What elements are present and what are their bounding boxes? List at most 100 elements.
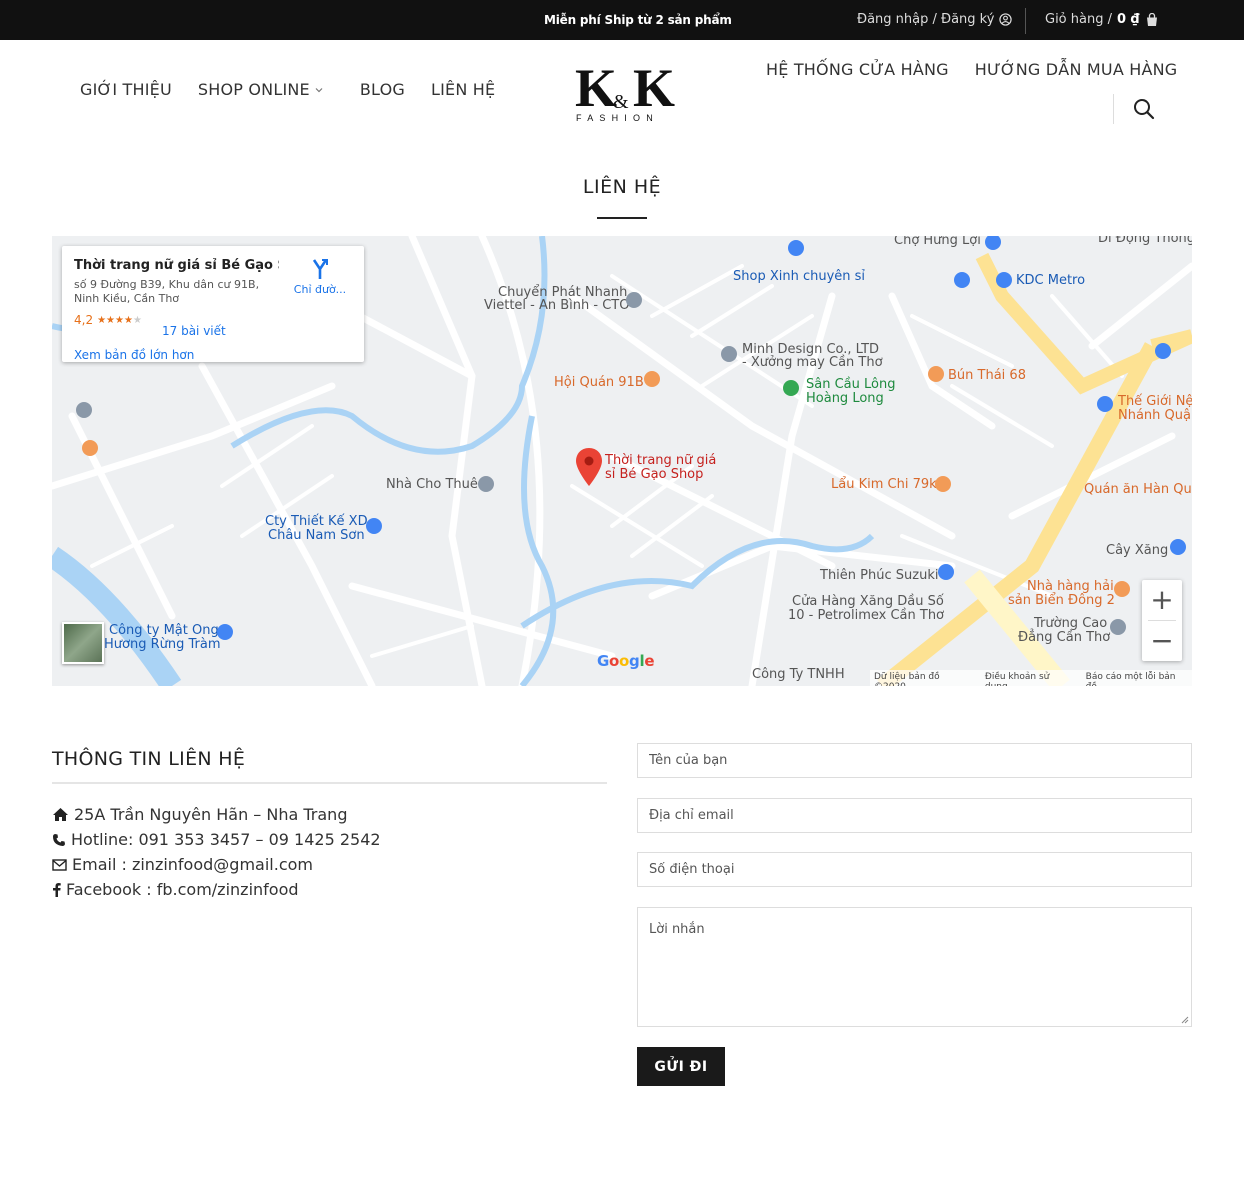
zoom-in-button[interactable]: + bbox=[1142, 580, 1182, 620]
nav-shop-online-label: SHOP ONLINE bbox=[197, 80, 310, 99]
map-label-thien-phuc: Thiên Phúc Suzuki bbox=[820, 568, 939, 583]
map-zoom-control: + − bbox=[1142, 580, 1182, 661]
map-pin-icon[interactable] bbox=[1155, 343, 1171, 359]
map-footer: Dữ liệu bản đồ ©2020 Điều khoản sử dụng … bbox=[870, 670, 1192, 686]
map-label-cty-thiet-ke-2: Châu Nam Sơn bbox=[268, 528, 365, 543]
location-marker-icon[interactable] bbox=[576, 448, 602, 486]
nav-lien-he[interactable]: LIÊN HỆ bbox=[431, 80, 495, 99]
map-label-shop-xinh: Shop Xinh chuyên sỉ bbox=[733, 269, 866, 284]
phone-field-wrapper bbox=[637, 852, 1192, 887]
map-label-san-cau-1: Sân Cầu Lông bbox=[806, 377, 896, 392]
email-input[interactable] bbox=[638, 799, 1191, 832]
map-label-di-dong: Di Động Thông bbox=[1098, 236, 1192, 246]
resize-grip-icon[interactable] bbox=[1181, 1016, 1189, 1024]
email-text: Email : zinzinfood@gmail.com bbox=[72, 855, 313, 874]
map-pin-icon[interactable] bbox=[478, 476, 494, 492]
zoom-out-button[interactable]: − bbox=[1142, 621, 1182, 661]
map-pin-icon[interactable] bbox=[217, 624, 233, 640]
nav-gioi-thieu[interactable]: GIỚI THIỆU bbox=[80, 80, 172, 99]
larger-map-link[interactable]: Xem bản đồ lớn hơn bbox=[74, 348, 194, 362]
search-divider bbox=[1113, 94, 1114, 124]
map-label-cho-hung-loi: Chợ Hưng Lợi bbox=[894, 236, 981, 248]
map-label-nha-cho-thue: Nhà Cho Thuê bbox=[386, 477, 478, 492]
place-rating: 4,2 ★★★★ ★ bbox=[74, 313, 142, 327]
login-link[interactable]: Đăng nhập / Đăng ký bbox=[857, 12, 1013, 27]
contact-hotline: Hotline: 091 353 3457 – 09 1425 2542 bbox=[52, 830, 381, 849]
map-pin-icon[interactable] bbox=[954, 272, 970, 288]
map-pin-icon[interactable] bbox=[938, 564, 954, 580]
name-input[interactable] bbox=[638, 744, 1191, 777]
cart-link[interactable]: Giỏ hàng / 0 ₫ bbox=[1045, 12, 1159, 27]
nav-blog[interactable]: BLOG bbox=[360, 80, 405, 99]
cart-label: Giỏ hàng / bbox=[1045, 12, 1112, 27]
map-data-credit: Dữ liệu bản đồ ©2020 bbox=[874, 672, 940, 686]
cart-total: 0 ₫ bbox=[1116, 12, 1140, 27]
facebook-icon bbox=[53, 883, 61, 897]
map-pin-icon[interactable] bbox=[1097, 396, 1113, 412]
nav-huong-dan-mua-hang[interactable]: HƯỚNG DẪN MUA HÀNG bbox=[975, 60, 1178, 79]
map-label-cua-hang-1: Cửa Hàng Xăng Dầu Số bbox=[792, 594, 944, 609]
logo-letter-right: K bbox=[633, 58, 675, 118]
name-field-wrapper bbox=[637, 743, 1192, 778]
place-name: Thời trang nữ giá sỉ Bé Gạo Sh... bbox=[74, 258, 279, 273]
map-label-quan-an: Quán ăn Hàn Quố bbox=[1084, 482, 1192, 497]
hotline-text: Hotline: 091 353 3457 – 09 1425 2542 bbox=[71, 830, 381, 849]
topbar-divider bbox=[1025, 8, 1026, 34]
envelope-icon bbox=[52, 858, 67, 871]
map-pin-icon[interactable] bbox=[626, 292, 642, 308]
google-logo: Google bbox=[597, 652, 655, 670]
title-underline bbox=[597, 217, 647, 219]
map-pin-icon[interactable] bbox=[82, 440, 98, 456]
map-label-truong-1: Trường Cao bbox=[1034, 616, 1108, 631]
map-pin-icon[interactable] bbox=[366, 518, 382, 534]
map-pin-icon[interactable] bbox=[1114, 581, 1130, 597]
map-pin-icon[interactable] bbox=[783, 380, 799, 396]
map-label-the-gioi-1: Thế Giới Nệ bbox=[1118, 394, 1192, 409]
terms-link[interactable]: Điều khoản sử dụng bbox=[985, 672, 1074, 686]
map-pin-icon[interactable] bbox=[788, 240, 804, 256]
rating-value: 4,2 bbox=[74, 313, 94, 327]
logo-tagline: FASHION bbox=[576, 113, 659, 123]
map-pin-icon[interactable] bbox=[1110, 619, 1126, 635]
contact-facebook: Facebook : fb.com/zinzinfood bbox=[52, 880, 299, 899]
shopping-bag-icon bbox=[1146, 12, 1157, 26]
contact-info-title: THÔNG TIN LIÊN HỆ bbox=[52, 748, 246, 770]
nav-he-thong-cua-hang[interactable]: HỆ THỐNG CỬA HÀNG bbox=[766, 60, 949, 79]
address-text: 25A Trần Nguyên Hãn – Nha Trang bbox=[74, 805, 348, 824]
shipping-promo: Miễn phí Ship từ 2 sản phẩm bbox=[544, 13, 732, 27]
directions-icon bbox=[312, 259, 328, 279]
search-icon[interactable] bbox=[1133, 98, 1155, 120]
map-label-nha-hang-1: Nhà hàng hải bbox=[1027, 579, 1114, 594]
site-logo[interactable]: K & K FASHION bbox=[575, 58, 675, 124]
directions-button[interactable]: Chỉ đườ... bbox=[290, 258, 350, 296]
satellite-toggle[interactable] bbox=[62, 622, 104, 664]
main-nav-left: GIỚI THIỆU SHOP ONLINE BLOG LIÊN HỆ bbox=[80, 80, 521, 99]
map-info-card: Thời trang nữ giá sỉ Bé Gạo Sh... số 9 Đ… bbox=[62, 246, 364, 362]
facebook-text: Facebook : fb.com/zinzinfood bbox=[66, 880, 299, 899]
map-pin-icon[interactable] bbox=[644, 371, 660, 387]
map-pin-label-1: Thời trang nữ giá bbox=[605, 453, 717, 468]
contact-address: 25A Trần Nguyên Hãn – Nha Trang bbox=[52, 805, 347, 824]
home-icon bbox=[53, 808, 68, 821]
report-error-link[interactable]: Báo cáo một lỗi bản đồ bbox=[1086, 672, 1188, 686]
reviews-link[interactable]: 17 bài viết bbox=[162, 324, 226, 338]
map-label-cay-xang: Cây Xăng bbox=[1106, 543, 1169, 558]
google-map[interactable]: Chợ Hưng Lợi Di Động Thông KDC Metro Sho… bbox=[52, 236, 1192, 686]
email-field-wrapper bbox=[637, 798, 1192, 833]
map-pin-icon[interactable] bbox=[1170, 539, 1186, 555]
map-label-cty-thiet-ke-1: Cty Thiết Kế XD bbox=[265, 514, 368, 529]
user-icon bbox=[999, 13, 1013, 26]
map-label-cua-hang-2: 10 - Petrolimex Cần Thơ bbox=[788, 608, 945, 623]
empty-star-icon: ★ bbox=[132, 314, 142, 326]
map-pin-icon[interactable] bbox=[996, 272, 1012, 288]
nav-shop-online[interactable]: SHOP ONLINE bbox=[198, 80, 324, 99]
map-label-cty-mat-ong-2: Hương Rừng Tràm bbox=[104, 637, 221, 652]
message-textarea[interactable] bbox=[638, 908, 1191, 1026]
map-pin-icon[interactable] bbox=[928, 366, 944, 382]
map-label-minh-2: - Xưởng may Cần Thơ bbox=[742, 355, 883, 370]
map-pin-icon[interactable] bbox=[721, 346, 737, 362]
map-pin-icon[interactable] bbox=[76, 402, 92, 418]
submit-button[interactable]: GỬI ĐI bbox=[637, 1047, 725, 1086]
phone-input[interactable] bbox=[638, 853, 1191, 886]
map-pin-icon[interactable] bbox=[935, 476, 951, 492]
